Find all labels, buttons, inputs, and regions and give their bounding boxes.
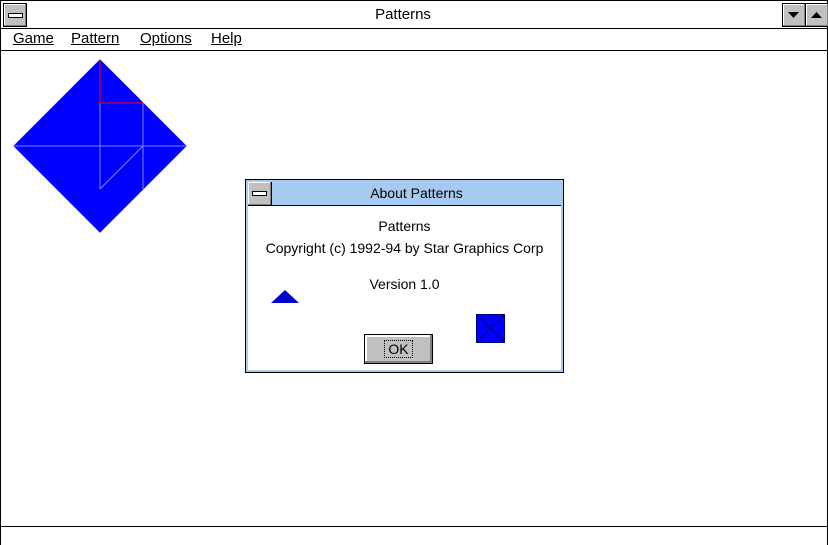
triangle-up-icon	[811, 12, 822, 18]
menu-bar: Game Pattern Options Help	[1, 29, 827, 51]
menu-help[interactable]: Help	[211, 29, 242, 50]
about-dialog-title-bar[interactable]: About Patterns	[248, 182, 561, 206]
menu-game-label: Game	[13, 30, 54, 47]
menu-options[interactable]: Options	[140, 29, 192, 50]
square-piece-icon	[476, 314, 505, 343]
system-menu-icon	[8, 13, 23, 18]
window-title: Patterns	[375, 6, 431, 23]
about-copyright: Copyright (c) 1992-94 by Star Graphics C…	[265, 240, 544, 256]
ok-button[interactable]: OK	[364, 334, 433, 364]
title-bar[interactable]: Patterns	[1, 1, 828, 29]
menu-help-label: Help	[211, 30, 242, 47]
about-system-menu-button[interactable]	[248, 182, 272, 205]
maximize-button[interactable]	[805, 3, 828, 27]
system-menu-icon	[252, 191, 267, 196]
about-dialog: About Patterns Patterns Copyright (c) 19…	[245, 179, 564, 373]
pattern-board[interactable]	[13, 59, 188, 234]
menu-pattern[interactable]: Pattern	[71, 29, 119, 50]
about-dialog-title: About Patterns	[370, 185, 463, 201]
about-app-name: Patterns	[378, 218, 431, 234]
menu-options-label: Options	[140, 30, 192, 47]
menu-pattern-label: Pattern	[71, 30, 120, 47]
minimize-button[interactable]	[782, 3, 806, 27]
ok-button-label: OK	[384, 340, 413, 358]
system-menu-button[interactable]	[3, 3, 27, 27]
triangle-down-icon	[788, 12, 799, 18]
triangle-piece-icon	[271, 290, 299, 303]
menu-game[interactable]: Game	[13, 29, 54, 50]
window-bottom-border	[1, 526, 827, 545]
